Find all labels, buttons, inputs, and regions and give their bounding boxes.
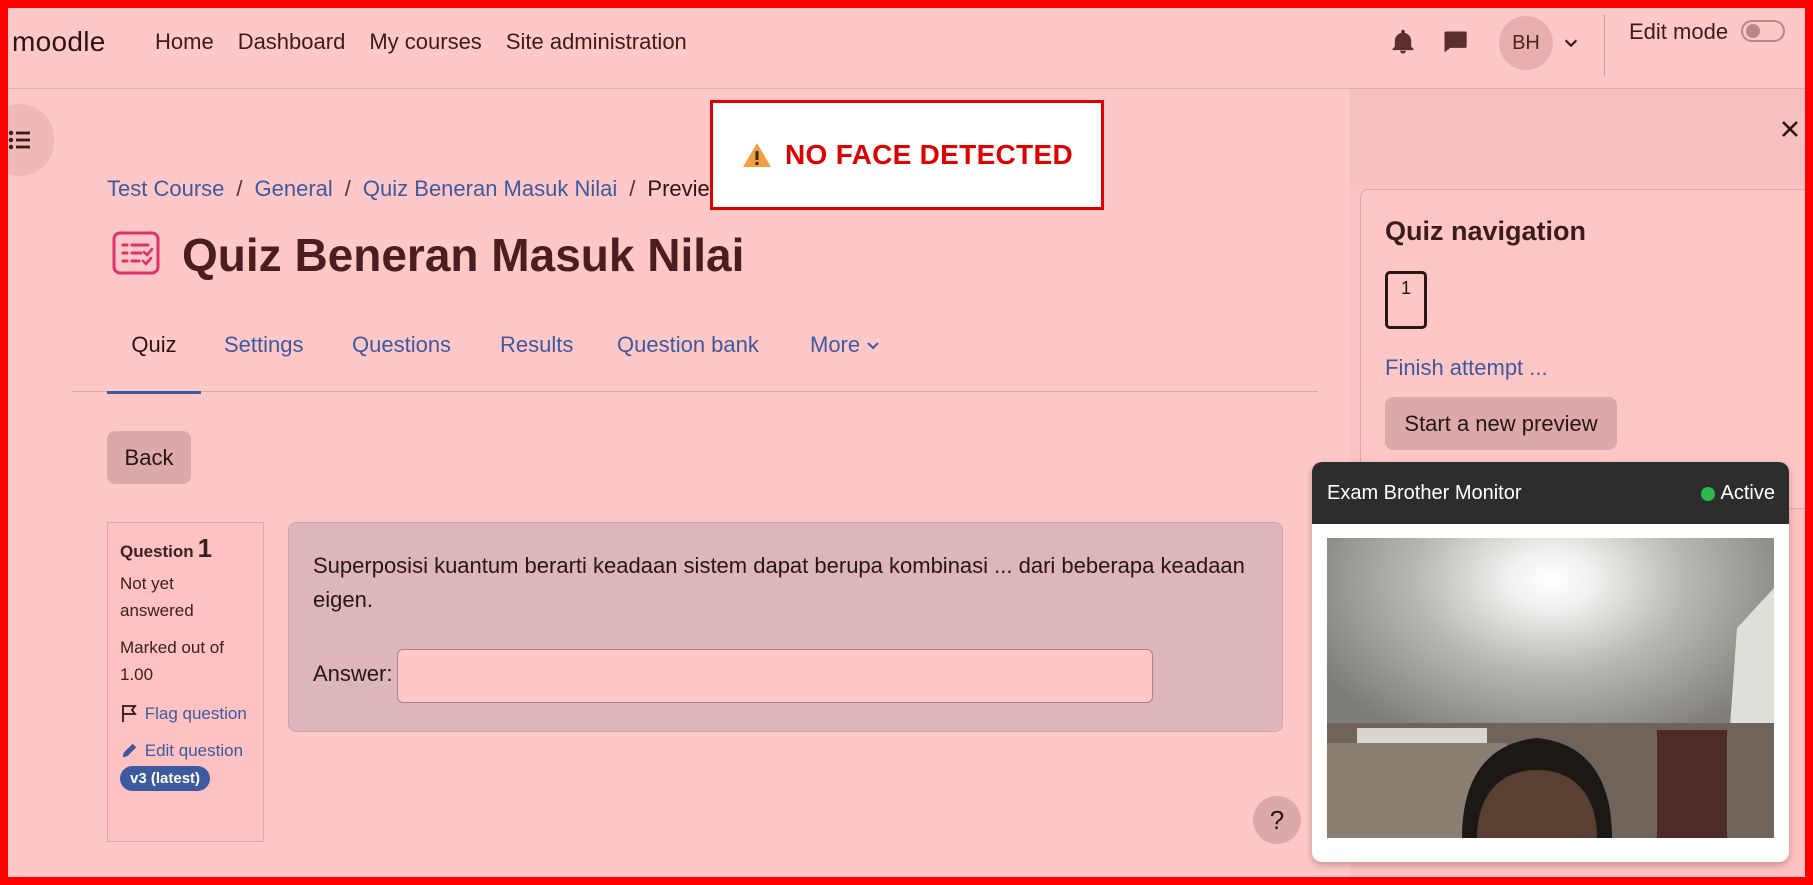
question-text: Superposisi kuantum berarti keadaan sist…: [313, 553, 1245, 612]
quiz-navigation-title: Quiz navigation: [1385, 216, 1587, 246]
page-title: Quiz Beneran Masuk Nilai: [182, 229, 745, 281]
nav-my-courses[interactable]: My courses: [369, 29, 481, 55]
flag-question-link[interactable]: Flag question: [120, 700, 251, 727]
breadcrumb-quiz[interactable]: Quiz Beneran Masuk Nilai: [363, 176, 617, 202]
tab-label: More: [810, 332, 861, 357]
answer-label: Answer:: [313, 661, 393, 686]
version-badge: v3 (latest): [120, 766, 211, 791]
chevron-down-icon[interactable]: [1562, 34, 1580, 52]
navbar-divider: [1604, 14, 1605, 76]
breadcrumb-test-course[interactable]: Test Course: [107, 176, 224, 202]
edit-mode-toggle[interactable]: [1741, 20, 1785, 42]
quiz-icon: [112, 231, 160, 275]
question-number-value: 1: [197, 533, 213, 563]
flag-question-label: Flag question: [144, 704, 247, 723]
alert-message: NO FACE DETECTED: [785, 139, 1073, 170]
question-grade: Marked out of 1.00: [120, 638, 224, 684]
no-face-alert: NO FACE DETECTED: [710, 100, 1104, 210]
messages-icon[interactable]: [1441, 28, 1469, 56]
monitor-header: Exam Brother Monitor Active: [1312, 462, 1789, 524]
flag-icon: [122, 705, 137, 722]
pencil-icon: [122, 743, 137, 758]
user-avatar[interactable]: BH: [1499, 16, 1553, 70]
back-button[interactable]: Back: [107, 431, 191, 484]
tab-settings[interactable]: Settings: [224, 330, 304, 392]
exam-monitor-widget: Exam Brother Monitor Active: [1312, 462, 1789, 862]
course-index-toggle[interactable]: [0, 104, 54, 176]
nav-home[interactable]: Home: [155, 29, 214, 55]
start-new-preview-button[interactable]: Start a new preview: [1385, 397, 1617, 450]
question-content: Superposisi kuantum berarti keadaan sist…: [288, 522, 1283, 732]
tab-label: Results: [500, 332, 574, 357]
moodle-logo[interactable]: moodle: [12, 26, 106, 58]
tab-results[interactable]: Results: [500, 330, 573, 392]
nav-dashboard[interactable]: Dashboard: [238, 29, 346, 55]
monitor-title: Exam Brother Monitor: [1327, 482, 1522, 504]
help-button[interactable]: ?: [1253, 796, 1301, 844]
secondary-navigation: Quiz Settings Questions Results Question…: [72, 330, 1318, 394]
question-number: Question 1: [120, 533, 251, 564]
monitor-status: Active: [1700, 482, 1775, 505]
tab-more[interactable]: More: [810, 330, 880, 392]
chevron-down-icon: [867, 342, 879, 350]
tab-label: Quiz: [131, 332, 177, 357]
tab-label: Question bank: [617, 332, 759, 357]
status-dot-icon: [1700, 486, 1715, 501]
drawer-header: [1350, 89, 1813, 185]
edit-mode-label: Edit mode: [1629, 19, 1729, 44]
webcam-feed: [1327, 538, 1774, 838]
breadcrumb: Test Course / General / Quiz Beneran Mas…: [107, 176, 726, 202]
tab-quiz[interactable]: Quiz: [107, 330, 201, 394]
edit-question-label: Edit question: [144, 741, 244, 760]
tab-label: Questions: [352, 332, 452, 357]
breadcrumb-separator: /: [236, 176, 243, 201]
edit-question-link[interactable]: Edit question: [120, 737, 251, 764]
warning-icon: [743, 143, 772, 167]
bell-icon[interactable]: [1389, 28, 1417, 56]
question-info-panel: Question 1 Not yet answered Marked out of…: [107, 522, 264, 842]
tab-question-bank[interactable]: Question bank: [617, 330, 759, 392]
quiz-navigation-block: Quiz navigation 1 Finish attempt ... Sta…: [1360, 189, 1813, 509]
close-icon[interactable]: [1779, 118, 1801, 140]
list-icon: [8, 130, 30, 150]
breadcrumb-separator: /: [344, 176, 351, 201]
monitor-status-label: Active: [1720, 482, 1775, 504]
primary-navigation: Home Dashboard My courses Site administr…: [155, 29, 687, 55]
question-state: Not yet answered: [120, 574, 194, 620]
tab-questions[interactable]: Questions: [352, 330, 451, 392]
webcam-image: [1327, 538, 1774, 838]
breadcrumb-general[interactable]: General: [255, 176, 333, 202]
top-navbar: moodle Home Dashboard My courses Site ad…: [0, 0, 1813, 89]
question-number-label: Question: [120, 542, 194, 561]
question-nav-button[interactable]: 1: [1385, 271, 1427, 329]
finish-attempt-link[interactable]: Finish attempt ...: [1385, 355, 1548, 381]
tab-label: Settings: [224, 332, 304, 357]
breadcrumb-separator: /: [629, 176, 636, 201]
nav-site-administration[interactable]: Site administration: [506, 29, 687, 55]
answer-input[interactable]: [397, 649, 1153, 703]
